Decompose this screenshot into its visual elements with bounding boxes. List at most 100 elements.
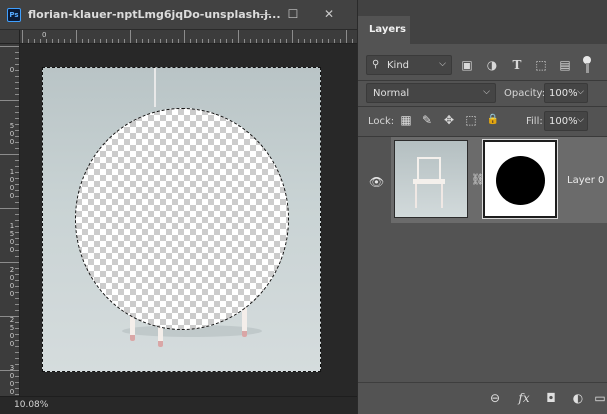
close-button[interactable]: ✕ [318, 5, 340, 23]
ruler-tick [58, 39, 59, 43]
adjustment-filter-icon[interactable]: ◑ [484, 57, 500, 73]
document-title-bar[interactable]: Ps florian-klauer-nptLmg6jqDo-unsplash.j… [0, 0, 357, 30]
ruler-tick [15, 244, 19, 245]
chevron-down-icon: ⌵ [577, 115, 584, 125]
ruler-tick [15, 394, 19, 395]
chair-thumbnail-back [417, 157, 441, 179]
ruler-tick [15, 124, 19, 125]
shape-filter-icon[interactable]: ⬚ [533, 57, 549, 73]
ruler-tick [15, 334, 19, 335]
ruler-tick [334, 39, 335, 43]
lock-image-icon[interactable]: ✎ [419, 112, 435, 128]
ruler-tick [15, 388, 19, 389]
ruler-tick [15, 88, 19, 89]
kind-filter-select[interactable]: ⚲ Kind ⌵ [366, 55, 452, 75]
tab-layers[interactable]: Layers [358, 16, 410, 44]
ruler-tick [214, 39, 215, 43]
ruler-tick [0, 370, 19, 371]
layer-name[interactable]: Layer 0 [567, 175, 604, 186]
smart-object-filter-icon[interactable]: ▤ [557, 57, 573, 73]
ruler-tick [15, 76, 19, 77]
ruler-tick [15, 142, 19, 143]
ruler-tick [160, 39, 161, 43]
ruler-tick [208, 39, 209, 43]
layer-mask-thumbnail[interactable] [482, 139, 558, 219]
ruler-tick [15, 340, 19, 341]
add-mask-icon[interactable]: ◘ [542, 389, 560, 407]
lock-all-icon[interactable]: 🔒 [485, 112, 501, 128]
fill-field[interactable]: 100% ⌵ [544, 111, 588, 131]
fx-icon[interactable]: fx [515, 389, 533, 407]
ruler-tick [15, 184, 19, 185]
opacity-label: Opacity: [504, 88, 546, 99]
ruler-tick [112, 39, 113, 43]
horizontal-ruler[interactable]: 0 [20, 30, 357, 44]
lock-row: Lock: ▦ ✎ ✥ ⬚ 🔒 Fill: 100% ⌵ [358, 108, 607, 134]
lock-label: Lock: [368, 116, 395, 127]
canvas-area[interactable] [20, 44, 357, 396]
ruler-label: 2 5 0 0 [9, 316, 15, 348]
ruler-tick [40, 39, 41, 43]
vertical-ruler[interactable]: 0 5 0 0 1 0 0 0 1 5 0 0 2 0 0 0 2 5 0 0 … [0, 44, 20, 396]
ruler-tick [310, 39, 311, 43]
ruler-tick [256, 39, 257, 43]
ruler-tick [52, 39, 53, 43]
ruler-tick [15, 70, 19, 71]
ruler-tick [15, 190, 19, 191]
layer-filter-row: ⚲ Kind ⌵ ▣ ◑ T ⬚ ▤ [358, 52, 607, 78]
ruler-tick [76, 30, 77, 43]
pixel-filter-icon[interactable]: ▣ [459, 57, 475, 73]
ruler-tick [15, 328, 19, 329]
ruler-label: 0 [42, 31, 47, 39]
ruler-origin[interactable] [0, 30, 20, 44]
maximize-button[interactable]: ☐ [282, 5, 304, 23]
ruler-tick [0, 208, 19, 209]
adjustment-layer-icon[interactable]: ◐ [569, 389, 587, 407]
ruler-tick [15, 202, 19, 203]
ruler-tick [220, 39, 221, 43]
layers-panel-footer: ⊖ fx ◘ ◐ ▭ [358, 382, 607, 414]
minimize-button[interactable]: — [254, 5, 276, 23]
ruler-tick [94, 39, 95, 43]
ruler-tick [15, 214, 19, 215]
ruler-tick [15, 268, 19, 269]
ruler-tick [172, 39, 173, 43]
ruler-tick [232, 39, 233, 43]
layer-thumbnail[interactable] [394, 140, 468, 218]
fill-label: Fill: [526, 116, 543, 127]
ruler-tick [304, 39, 305, 43]
ruler-tick [0, 262, 19, 263]
ruler-tick [106, 39, 107, 43]
ruler-tick [166, 39, 167, 43]
ruler-tick [15, 310, 19, 311]
link-layers-icon[interactable]: ⊖ [486, 389, 504, 407]
ruler-tick [148, 39, 149, 43]
layer-row[interactable]: ⛓ Layer 0 [391, 137, 607, 223]
zoom-level[interactable]: 10.08% [14, 400, 48, 410]
type-filter-icon[interactable]: T [509, 57, 525, 73]
ruler-tick [15, 94, 19, 95]
lock-transparent-icon[interactable]: ▦ [398, 112, 414, 128]
blend-row: Normal ⌵ Opacity: 100% ⌵ [358, 80, 607, 106]
search-icon: ⚲ [372, 59, 380, 70]
chevron-down-icon: ⌵ [439, 59, 446, 69]
blend-mode-select[interactable]: Normal ⌵ [366, 83, 496, 103]
ruler-tick [15, 250, 19, 251]
opacity-field[interactable]: 100% ⌵ [544, 83, 588, 103]
ruler-tick [15, 304, 19, 305]
ruler-tick [346, 30, 347, 43]
filter-toggle-switch [586, 63, 589, 73]
new-group-icon[interactable]: ▭ [591, 389, 607, 407]
lock-artboard-icon[interactable]: ⬚ [463, 112, 479, 128]
ruler-tick [15, 292, 19, 293]
ruler-label: 3 0 0 0 [9, 364, 15, 396]
visibility-eye-icon[interactable]: 👁 [369, 175, 385, 189]
kind-filter-label: Kind [387, 60, 410, 71]
document-window: Ps florian-klauer-nptLmg6jqDo-unsplash.j… [0, 0, 357, 414]
ruler-tick [15, 232, 19, 233]
ruler-tick [124, 39, 125, 43]
layers-panel: Layers ⚲ Kind ⌵ ▣ ◑ T ⬚ ▤ Normal ⌵ Opaci… [357, 0, 607, 414]
ruler-tick [34, 39, 35, 43]
lock-position-icon[interactable]: ✥ [441, 112, 457, 128]
ruler-tick [15, 286, 19, 287]
